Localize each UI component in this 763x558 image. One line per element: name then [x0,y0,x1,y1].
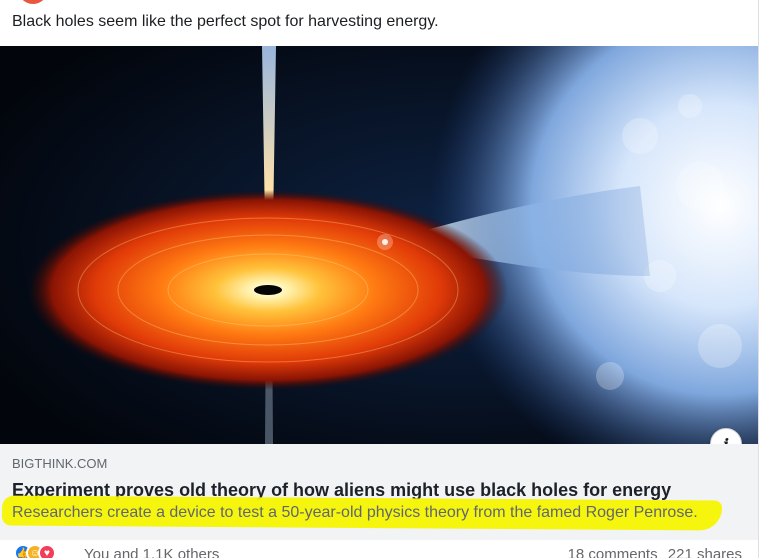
post-stats: 18 comments 221 shares [562,546,742,558]
shares-count[interactable]: 221 shares [668,546,742,558]
link-preview-meta[interactable]: BIGTHINK.COM Experiment proves old theor… [0,444,758,540]
comments-count[interactable]: 18 comments [568,546,658,558]
post-text: Black holes seem like the perfect spot f… [12,13,439,30]
love-icon: ♥ [38,544,56,558]
link-description: Researchers create a device to test a 50… [12,504,698,521]
feed-post: Black holes seem like the perfect spot f… [0,0,759,558]
post-footer: 👍 ☺ ♥ You and 1.1K others 18 comments 22… [0,540,758,558]
black-hole-illustration [0,46,758,444]
link-domain: BIGTHINK.COM [12,456,108,471]
reaction-count[interactable]: You and 1.1K others [84,546,219,558]
avatar[interactable] [18,0,48,4]
link-preview-image[interactable] [0,46,758,444]
